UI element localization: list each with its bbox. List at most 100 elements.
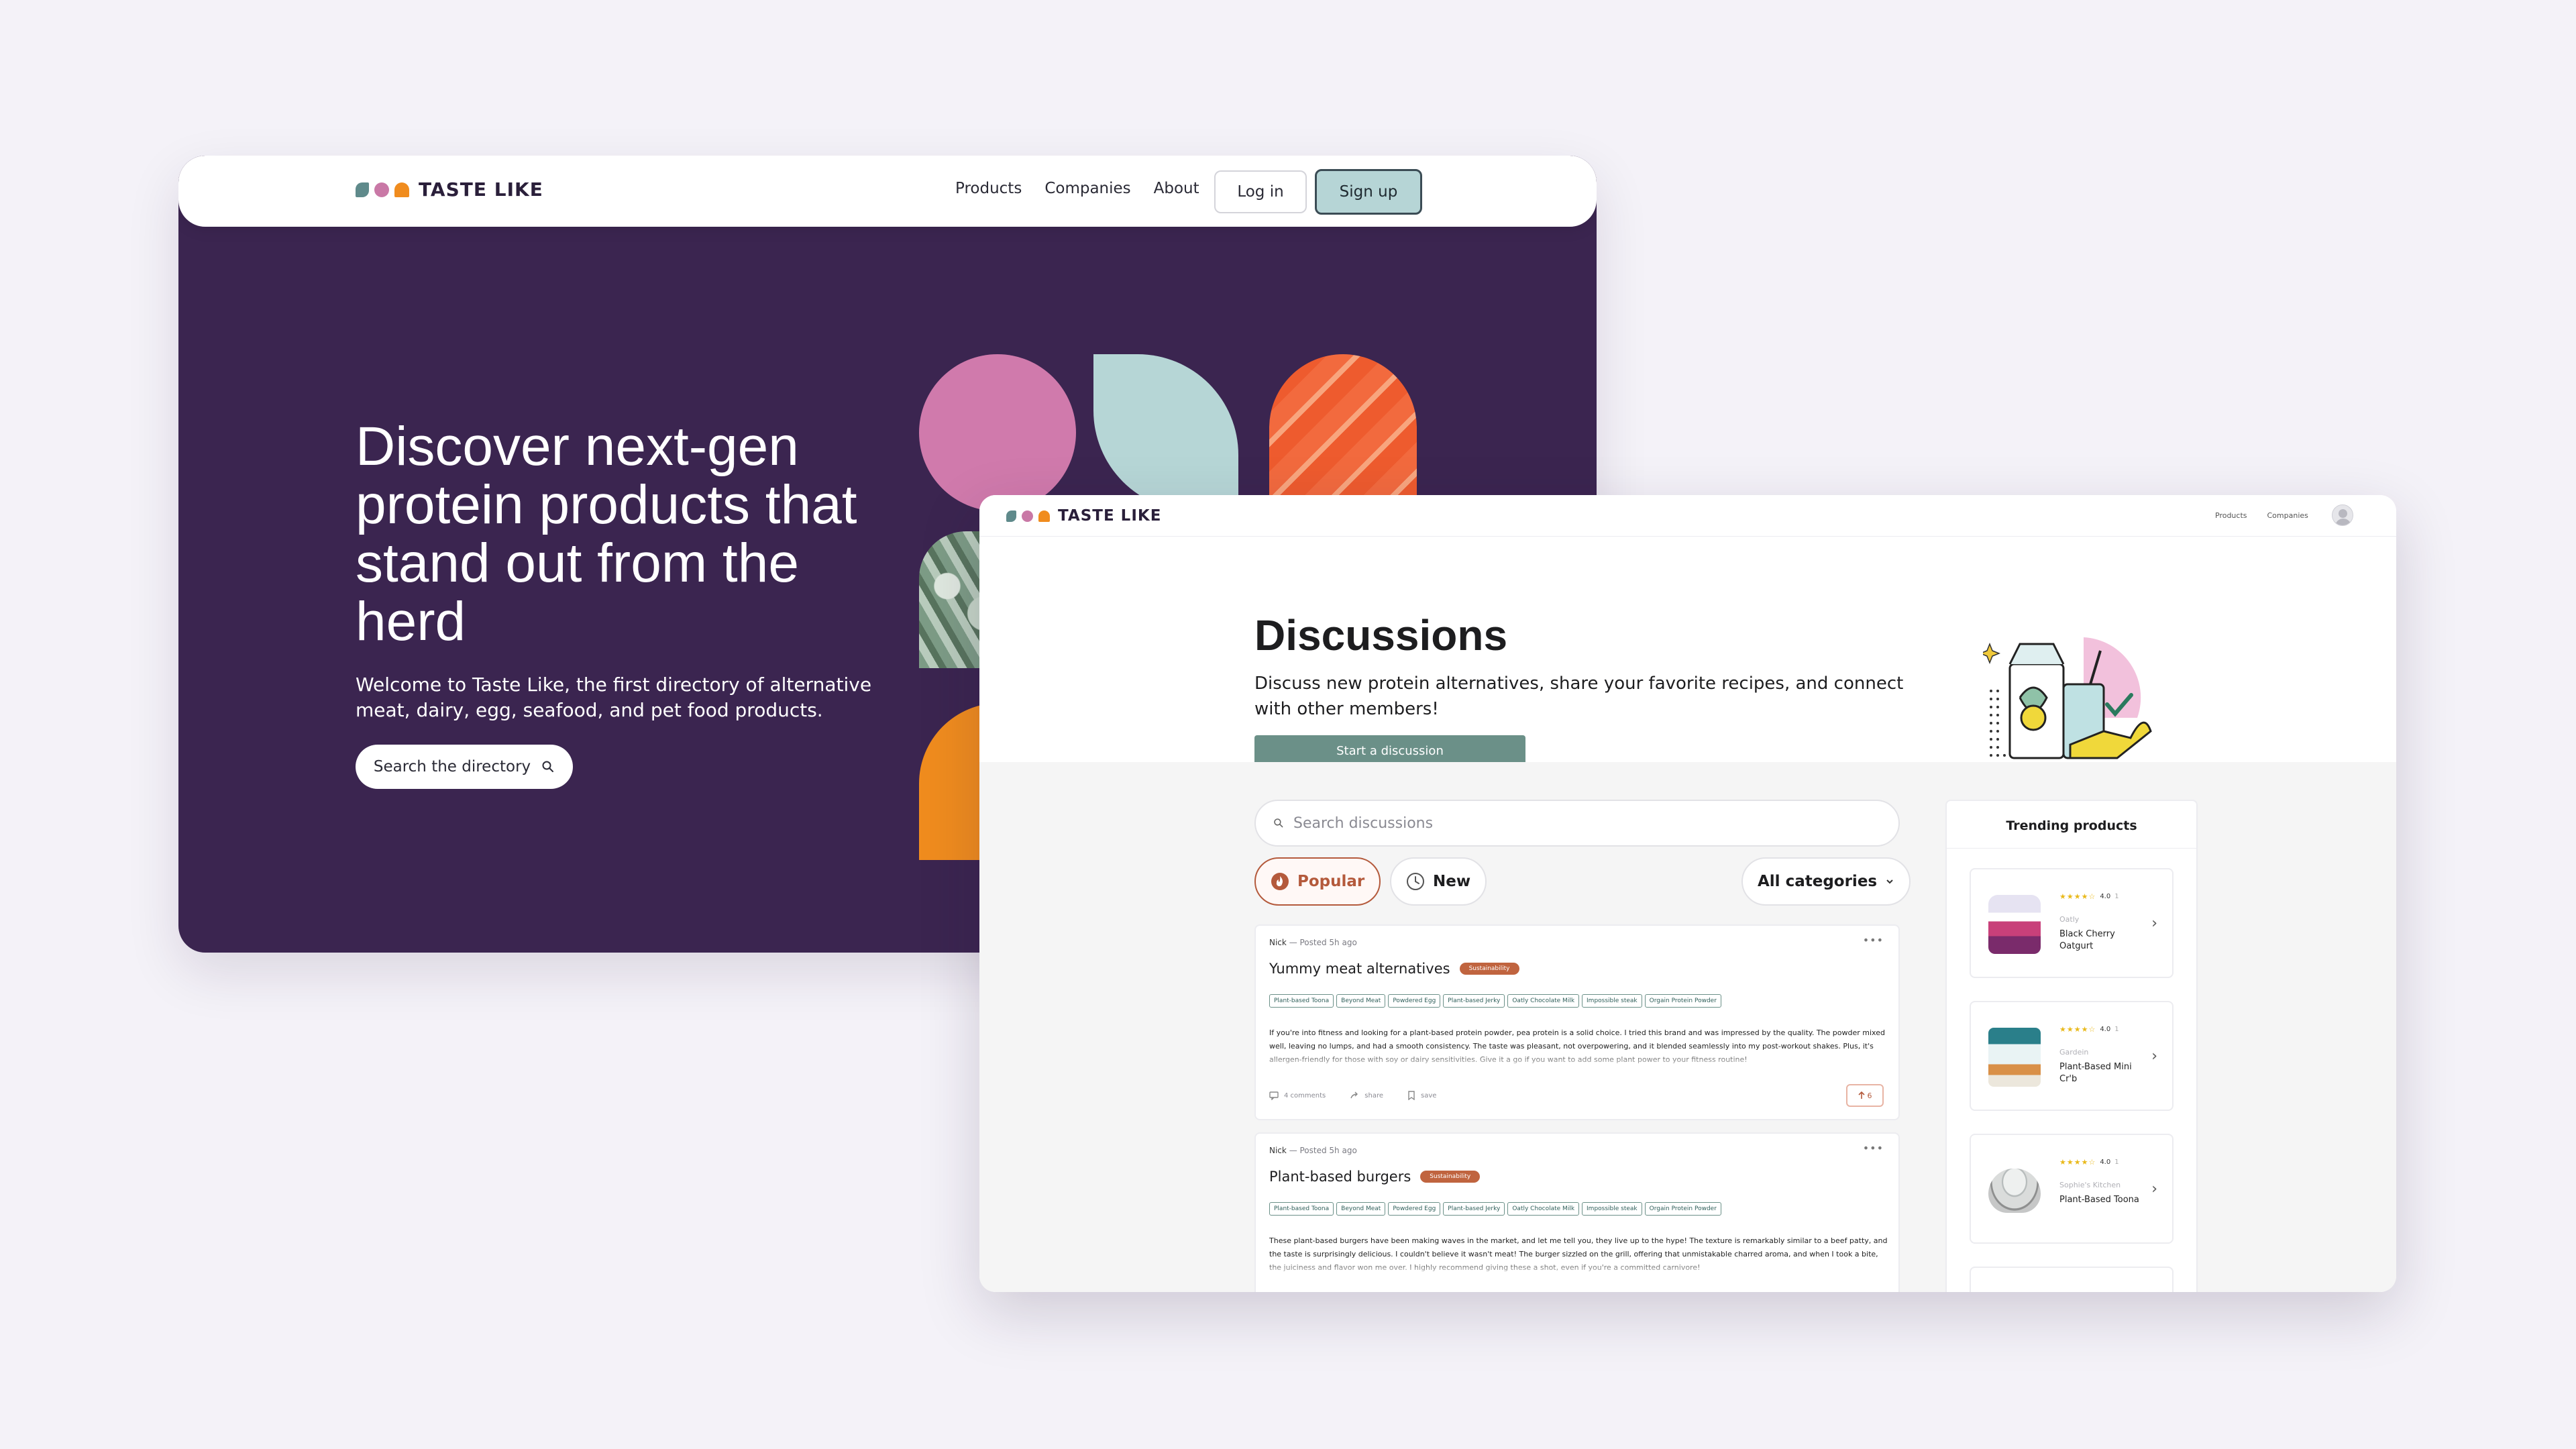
landing-logo[interactable]: TASTE LIKE <box>356 178 543 201</box>
post-title[interactable]: Plant-based burgers <box>1269 1169 1411 1185</box>
rating-count: 1 <box>2114 1026 2119 1033</box>
rating-value: 4.0 <box>2100 893 2111 900</box>
chevron-right-icon[interactable]: › <box>2151 1048 2157 1065</box>
signup-button[interactable]: Sign up <box>1315 169 1422 215</box>
post-meta: Nick — Posted 5h ago <box>1269 938 1357 947</box>
filter-popular-label: Popular <box>1297 873 1365 890</box>
chevron-right-icon[interactable]: › <box>2151 1181 2157 1197</box>
product-chip[interactable]: Plant-based Toona <box>1269 994 1334 1008</box>
search-icon <box>542 761 554 772</box>
product-chip[interactable]: Beyond Meat <box>1336 994 1386 1008</box>
product-chip[interactable]: Plant-based Toona <box>1269 1202 1334 1216</box>
rating-count: 1 <box>2114 893 2119 900</box>
product-chip[interactable]: Plant-based Jerky <box>1443 994 1505 1008</box>
user-avatar[interactable] <box>2332 504 2353 526</box>
trending-product-card[interactable]: ★★★★☆ 4.0 1 Sophie's Kitchen Plant-Based T… <box>1970 1134 2174 1244</box>
category-badge[interactable]: Sustainability <box>1459 963 1519 975</box>
more-options-icon[interactable]: ••• <box>1863 1142 1884 1155</box>
nav-link-companies[interactable]: Companies <box>2267 511 2308 520</box>
rating-value: 4.0 <box>2100 1159 2111 1166</box>
post-author[interactable]: Nick <box>1269 1146 1287 1155</box>
post-time: — Posted 5h ago <box>1289 1146 1357 1155</box>
share-button[interactable]: share <box>1350 1091 1383 1100</box>
search-directory-label: Search the directory <box>373 758 531 775</box>
search-directory-button[interactable]: Search the directory <box>356 745 573 789</box>
product-chip[interactable]: Orgain Protein Powder <box>1644 994 1721 1008</box>
discussion-post[interactable]: Nick — Posted 5h ago ••• Yummy meat alte… <box>1254 924 1900 1120</box>
product-chip[interactable]: Impossible steak <box>1582 1202 1642 1216</box>
post-time: — Posted 5h ago <box>1289 938 1357 947</box>
save-button[interactable]: save <box>1407 1091 1436 1100</box>
chevron-right-icon[interactable]: › <box>2151 915 2157 932</box>
chevron-down-icon <box>1886 879 1893 884</box>
nav-link-products[interactable]: Products <box>955 180 1022 197</box>
product-image <box>1988 895 2041 954</box>
search-bar[interactable] <box>1254 800 1900 847</box>
product-name: Black Cherry Oatgurt <box>2059 929 2115 951</box>
logo-circle-icon <box>1022 510 1033 522</box>
hero-subtitle: Welcome to Taste Like, the first directo… <box>356 674 872 721</box>
product-chip[interactable]: Orgain Protein Powder <box>1644 1202 1721 1216</box>
product-chip[interactable]: Oatly Chocolate Milk <box>1507 1202 1580 1216</box>
discussion-post[interactable]: Nick — Posted 5h ago ••• Plant-based bur… <box>1254 1132 1900 1292</box>
product-chip[interactable]: Impossible steak <box>1582 994 1642 1008</box>
comments-button[interactable]: 4 comments <box>1269 1091 1326 1100</box>
product-brand: Oatly <box>2059 915 2080 924</box>
save-label: save <box>1421 1091 1437 1099</box>
filter-new[interactable]: New <box>1390 857 1487 906</box>
rating-stars: ★★★★☆ <box>2059 892 2096 901</box>
upvote-button[interactable]: 6 <box>1846 1084 1884 1107</box>
categories-dropdown[interactable]: All categories <box>1741 857 1911 906</box>
nav-link-products[interactable]: Products <box>2215 511 2247 520</box>
more-options-icon[interactable]: ••• <box>1863 934 1884 947</box>
login-button[interactable]: Log in <box>1214 170 1307 213</box>
search-input[interactable] <box>1293 814 1870 832</box>
trending-title: Trending products <box>2006 818 2137 833</box>
logo-circle-icon <box>374 182 389 197</box>
nav-link-about[interactable]: About <box>1154 180 1199 197</box>
landing-nav-links: Products Companies About <box>955 180 1199 197</box>
hero-title: Discover next-gen protein products that … <box>356 416 857 652</box>
post-author[interactable]: Nick <box>1269 938 1287 947</box>
rating-count: 1 <box>2114 1159 2119 1166</box>
share-label: share <box>1364 1091 1383 1099</box>
trending-product-card[interactable]: ★★★★☆ 4.0 1 Oatly Black Cherry Oatgurt › <box>1970 868 2174 978</box>
upvote-count: 6 <box>1867 1091 1872 1100</box>
logo-text: TASTE LIKE <box>1058 507 1162 525</box>
product-rating: ★★★★☆ 4.0 1 <box>2059 892 2119 901</box>
product-name: Plant-Based Toona <box>2059 1195 2139 1205</box>
hero-salmon-image <box>1269 354 1417 511</box>
discussions-illustration <box>1983 637 2152 759</box>
product-image <box>1988 1028 2041 1087</box>
discussions-logo[interactable]: TASTE LIKE <box>1006 507 1161 525</box>
share-icon <box>1350 1091 1358 1099</box>
discussions-window: TASTE LIKE Products Companies Discussion… <box>979 495 2396 1292</box>
rating-value: 4.0 <box>2100 1026 2111 1033</box>
trending-product-card[interactable] <box>1970 1267 2174 1292</box>
product-chip[interactable]: Powdered Egg <box>1388 994 1441 1008</box>
filter-popular[interactable]: Popular <box>1254 857 1381 906</box>
search-icon <box>1274 818 1283 828</box>
discussions-body: Popular New All categories Nick — Posted… <box>979 762 2396 1292</box>
logo-leaf-icon <box>1006 510 1016 522</box>
post-title[interactable]: Yummy meat alternatives <box>1269 961 1450 977</box>
product-brand: Sophie's Kitchen <box>2059 1181 2121 1189</box>
product-chip[interactable]: Plant-based Jerky <box>1443 1202 1505 1216</box>
logo-text: TASTE LIKE <box>419 178 543 201</box>
category-badge[interactable]: Sustainability <box>1420 1171 1481 1183</box>
nav-link-companies[interactable]: Companies <box>1044 180 1130 197</box>
post-title-row: Plant-based burgers Sustainability <box>1269 1169 1481 1185</box>
product-chips: Plant-based Toona Beyond Meat Powdered E… <box>1269 1202 1721 1216</box>
product-name: Plant-Based Mini Cr'b <box>2059 1062 2132 1084</box>
product-chip[interactable]: Powdered Egg <box>1388 1202 1441 1216</box>
product-chip[interactable]: Beyond Meat <box>1336 1202 1386 1216</box>
hero-pink-circle <box>919 354 1076 511</box>
landing-navbar: TASTE LIKE Products Companies About Log … <box>178 156 1597 227</box>
trending-product-card[interactable]: ★★★★☆ 4.0 1 Gardein Plant-Based Mini Cr'b … <box>1970 1001 2174 1111</box>
rating-stars: ★★★★☆ <box>2059 1025 2096 1034</box>
discussions-nav-links: Products Companies <box>2215 511 2308 520</box>
product-chip[interactable]: Oatly Chocolate Milk <box>1507 994 1580 1008</box>
rating-stars: ★★★★☆ <box>2059 1158 2096 1167</box>
trending-panel: Trending products ★★★★☆ 4.0 1 Oatly Black … <box>1945 800 2198 1292</box>
post-body-fade <box>1256 1051 1898 1071</box>
